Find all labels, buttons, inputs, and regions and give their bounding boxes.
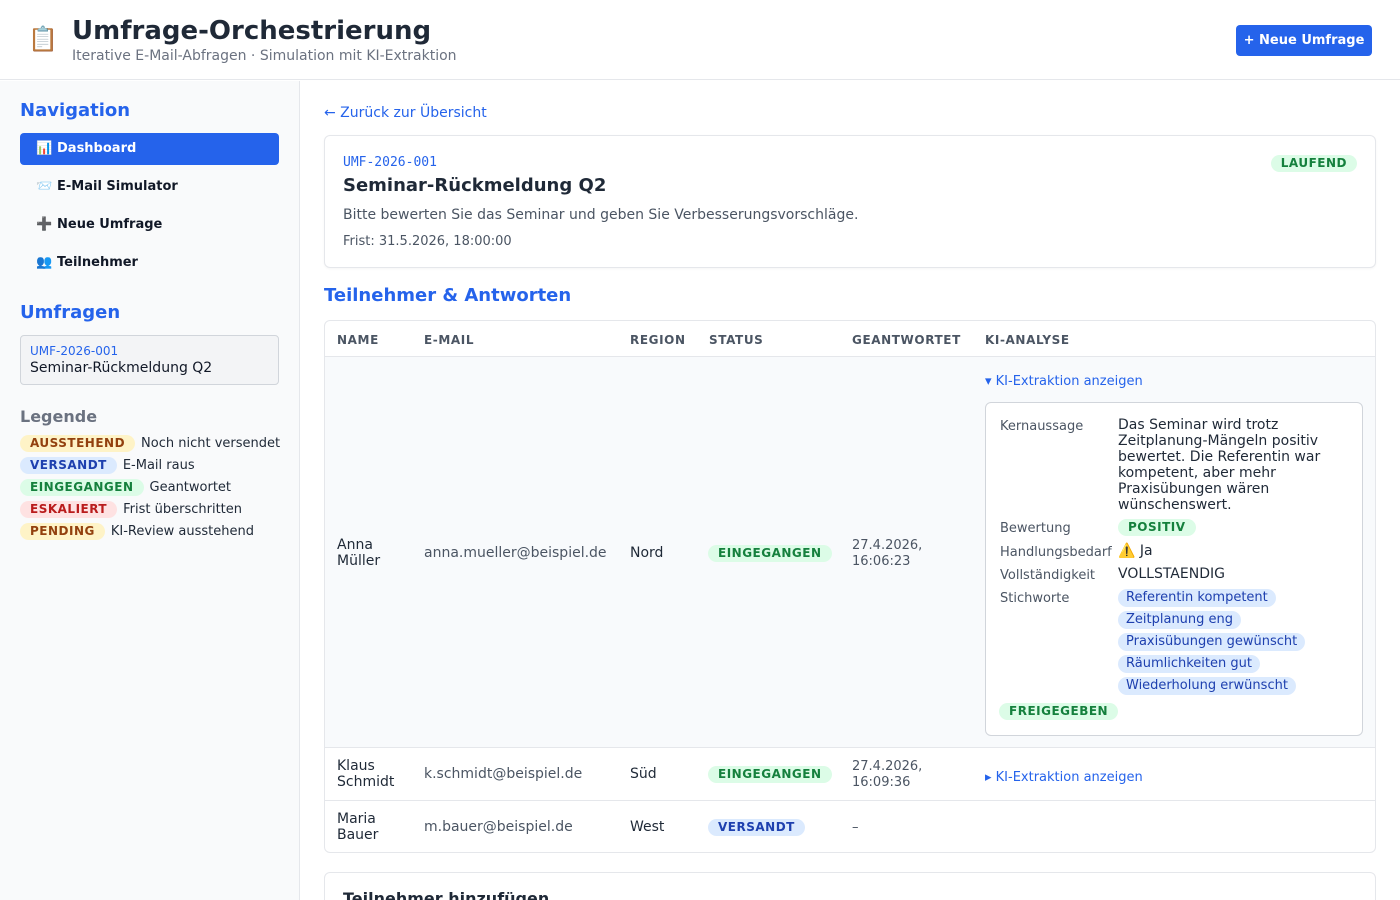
status-badge: VERSANDT [20,456,117,474]
ai-summary-value: Das Seminar wird trotz Zeitplanung-Mänge… [1118,417,1321,513]
participant-email: m.bauer@beispiel.de [424,819,573,835]
participant-name: Anna Müller [337,537,381,569]
legend-text: Geantwortet [149,479,232,495]
survey-id: UMF-2026-001 [343,155,437,170]
status-badge: VERSANDT [708,819,805,836]
sidebar-item-label: Teilnehmer [57,255,138,270]
sidebar-item-label: Dashboard [57,141,137,156]
nav-section-title: Navigation [20,100,131,121]
status-badge: EINGEGANGEN [20,478,144,496]
survey-description: Bitte bewerten Sie das Seminar und geben… [343,207,859,223]
ai-rating-label: Bewertung [1000,521,1071,536]
column-header-status: STATUS [709,333,764,347]
participant-email: k.schmidt@beispiel.de [424,766,583,782]
legend-text: KI-Review ausstehend [110,523,254,539]
sidebar: Navigation 📊 Dashboard 📨 E-Mail Simulato… [0,81,300,900]
column-header-answered: GEANTWORTET [852,333,961,347]
keyword-tag: Praxisübungen gewünscht [1118,633,1306,651]
legend-text: E-Mail raus [122,457,195,473]
sidebar-item-label: E-Mail Simulator [57,179,178,194]
ai-action-label: Handlungsbedarf [1000,545,1112,560]
legend-row: PENDING KI-Review ausstehend [20,522,254,540]
survey-title: Seminar-Rückmeldung Q2 [30,360,213,376]
app-title: Umfrage-Orchestrierung [72,16,432,46]
participants-table: NAME E-MAIL REGION STATUS GEANTWORTET KI… [324,320,1376,853]
survey-id: UMF-2026-001 [30,344,119,358]
ai-summary-label: Kernaussage [1000,419,1084,434]
app-subtitle: Iterative E-Mail-Abfragen · Simulation m… [72,48,457,64]
sidebar-item-participants[interactable]: 👥 Teilnehmer [20,247,279,279]
sidebar-item-email-simulator[interactable]: 📨 E-Mail Simulator [20,171,279,203]
keyword-tag: Räumlichkeiten gut [1118,655,1260,673]
survey-deadline: Frist: 31.5.2026, 18:00:00 [343,234,512,249]
column-header-region: REGION [630,333,686,347]
participant-email: anna.mueller@beispiel.de [424,545,607,561]
ai-extraction-panel: Kernaussage Das Seminar wird trotz Zeitp… [985,402,1363,736]
status-badge: PENDING [20,522,105,540]
ai-keywords-label: Stichworte [1000,591,1070,606]
chart-icon: 📊 [36,141,53,156]
rating-badge: POSITIV [1118,519,1196,536]
survey-detail-card: UMF-2026-001 LAUFEND Seminar-Rückmeldung… [324,135,1376,268]
app-header: 📋 Umfrage-Orchestrierung Iterative E-Mai… [0,0,1400,80]
legend-text: Frist überschritten [123,501,242,517]
answered-timestamp: 27.4.2026, 16:06:23 [852,538,923,569]
participant-name: Maria Bauer [337,811,379,843]
column-header-ai-analysis: KI-ANALYSE [985,333,1070,347]
ai-completeness-value: VOLLSTAENDIG [1118,566,1225,582]
ai-completeness-label: Vollständigkeit [1000,568,1096,583]
ai-extraction-toggle[interactable]: ▾ KI-Extraktion anzeigen [985,374,1143,390]
table-row: Anna Müller anna.mueller@beispiel.de Nor… [325,356,1375,747]
legend-row: ESKALIERT Frist überschritten [20,500,242,518]
legend-row: AUSSTEHEND Noch nicht versendet [20,434,280,452]
keyword-tag: Wiederholung erwünscht [1118,677,1296,695]
warning-icon: ⚠️ Ja [1118,543,1153,559]
envelope-icon: 📨 [36,179,53,194]
sidebar-item-dashboard[interactable]: 📊 Dashboard [20,133,279,165]
legend-row: VERSANDT E-Mail raus [20,456,195,474]
survey-list-item[interactable]: UMF-2026-001 Seminar-Rückmeldung Q2 [20,335,279,385]
table-row: Maria Bauer m.bauer@beispiel.de West VER… [325,800,1375,852]
legend-title: Legende [20,407,98,426]
answered-timestamp: – [852,820,859,835]
table-row: Klaus Schmidt k.schmidt@beispiel.de Süd … [325,747,1375,800]
sidebar-item-new-survey[interactable]: ➕ Neue Umfrage [20,209,279,241]
users-icon: 👥 [36,255,53,270]
keyword-tag: Referentin kompetent [1118,589,1276,607]
clipboard-icon: 📋 [28,25,58,53]
ai-extraction-toggle[interactable]: ▸ KI-Extraktion anzeigen [985,770,1143,786]
legend-text: Noch nicht versendet [141,435,281,451]
legend-row: EINGEGANGEN Geantwortet [20,478,231,496]
status-badge: LAUFEND [1270,155,1357,172]
status-badge: EINGEGANGEN [708,766,832,783]
surveys-section-title: Umfragen [20,302,121,323]
status-badge: ESKALIERT [20,500,118,518]
survey-title: Seminar-Rückmeldung Q2 [343,175,607,196]
plus-icon: ➕ [36,217,53,232]
keyword-tag: Zeitplanung eng [1118,611,1242,629]
add-participant-title: Teilnehmer hinzufügen [343,889,550,900]
participant-region: West [630,819,665,835]
add-participant-card: Teilnehmer hinzufügen [324,872,1376,900]
answered-timestamp: 27.4.2026, 16:09:36 [852,759,923,790]
new-survey-button[interactable]: + Neue Umfrage [1236,25,1372,56]
review-status-badge: FREIGEGEBEN [999,703,1119,720]
participant-region: Süd [630,766,657,782]
participants-heading: Teilnehmer & Antworten [324,285,572,306]
column-header-email: E-MAIL [424,333,475,347]
ai-action-value: ⚠️ Ja [1118,543,1153,559]
status-badge: AUSSTEHEND [20,434,136,452]
sidebar-item-label: Neue Umfrage [57,217,163,232]
status-badge: EINGEGANGEN [708,545,832,562]
participant-region: Nord [630,545,664,561]
column-header-name: NAME [337,333,379,347]
back-link[interactable]: ← Zurück zur Übersicht [324,104,487,122]
participant-name: Klaus Schmidt [337,758,395,790]
